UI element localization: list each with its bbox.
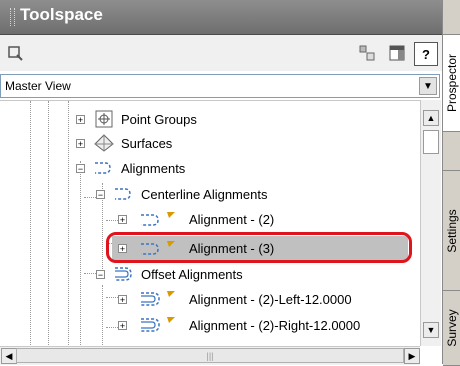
tree-item-label: Alignment - (2)-Left-12.0000 [189,291,352,307]
magnifier-icon[interactable] [4,42,26,64]
view-selector[interactable]: Master View ▼ [0,74,440,98]
alignment-icon [113,185,135,203]
tab-prospector-label: Prospector [445,53,459,113]
tree-item-alignment-2[interactable]: + Alignment - (2) [118,208,274,230]
vertical-scrollbar[interactable]: ▲ ▼ [420,100,441,346]
tab-settings[interactable]: Settings [443,170,460,292]
offset-alignment-icon [135,316,183,334]
view-selector-value: Master View [5,79,71,93]
tree-item-label: Alignment - (2)-Right-12.0000 [189,317,361,333]
tree-item-label: Alignments [121,160,186,176]
scroll-right-icon[interactable]: ▶ [404,348,420,364]
scroll-down-icon[interactable]: ▼ [423,322,439,338]
expand-icon[interactable]: + [118,320,127,330]
horizontal-scrollbar[interactable]: ◀ ||| ▶ [0,346,420,365]
expand-icon[interactable]: + [118,294,127,304]
offset-alignment-icon [113,265,135,283]
alignment-icon [135,210,183,228]
chevron-down-icon[interactable]: ▼ [419,77,437,95]
horizontal-scroll-thumb[interactable]: ||| [16,348,404,363]
tree-item-label: Centerline Alignments [141,186,268,202]
tree-item-label: Point Groups [121,111,197,127]
highlight-annotation [106,232,412,263]
tree-item-alignment-2-left[interactable]: + Alignment - (2)-Left-12.0000 [118,288,352,310]
toolbar: ? [0,35,442,71]
tab-survey-label: Survey [445,309,459,347]
panel-toggle-icon[interactable] [386,42,408,64]
tree-item-label: Surfaces [121,135,173,151]
expand-icon[interactable]: + [76,138,85,148]
tab-strip: Prospector Settings Survey [442,0,460,366]
tree-item-alignments[interactable]: − Alignments [76,157,185,179]
drag-grip[interactable] [10,8,15,26]
tree-item-surfaces[interactable]: + Surfaces [76,132,172,154]
collapse-icon[interactable]: − [96,189,105,199]
scroll-up-icon[interactable]: ▲ [423,110,439,126]
tree-item-offset-alignments[interactable]: − Offset Alignments [96,263,243,285]
help-icon[interactable]: ? [414,42,438,66]
tree-item-point-groups[interactable]: + Point Groups [76,108,197,130]
tab-prospector[interactable]: Prospector [443,34,460,132]
expand-icon[interactable]: + [118,214,127,224]
tab-survey[interactable]: Survey [443,290,460,366]
surfaces-icon [93,134,115,152]
window-title: Toolspace [20,5,103,24]
tab-settings-label: Settings [445,209,459,253]
tree-item-label: Alignment - (2) [189,211,275,227]
scroll-left-icon[interactable]: ◀ [1,348,17,364]
title-bar: Toolspace [0,0,446,35]
expand-icon[interactable]: + [76,114,85,124]
collapse-icon[interactable]: − [96,269,105,279]
alignment-icon [93,159,115,177]
tree-item-centerline-alignments[interactable]: − Centerline Alignments [96,183,267,205]
collapse-icon[interactable]: − [76,163,85,173]
offset-alignment-icon [135,290,183,308]
point-groups-icon [93,110,115,128]
tree-item-alignment-2-right[interactable]: + Alignment - (2)-Right-12.0000 [118,314,360,336]
vertical-scroll-thumb[interactable] [423,130,439,154]
item-view-icon[interactable] [356,42,378,64]
tree-item-label: Offset Alignments [141,266,243,282]
